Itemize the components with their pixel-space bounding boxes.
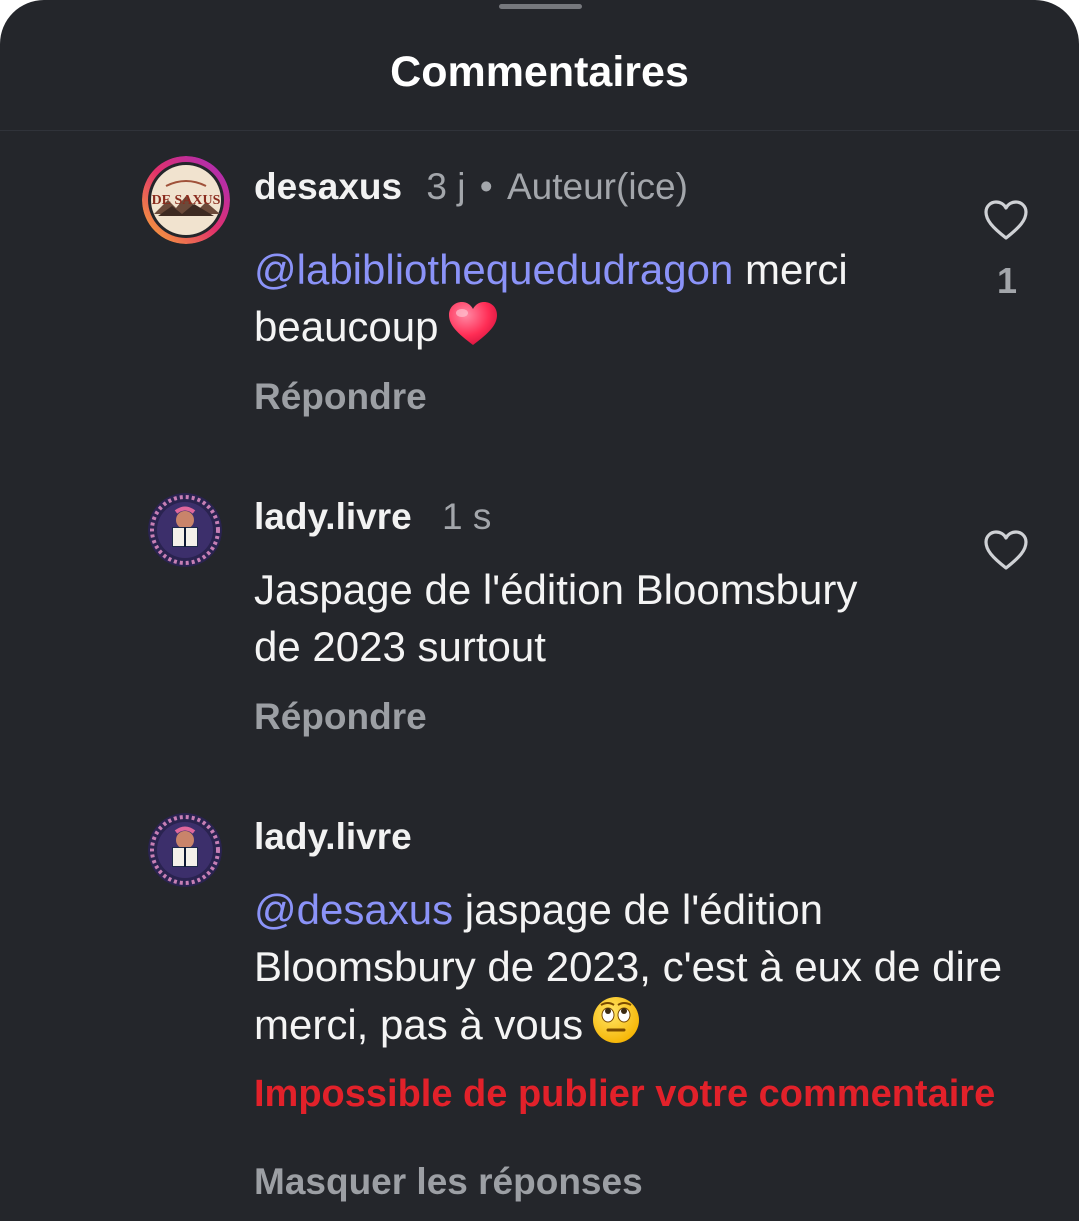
avatar[interactable]	[148, 813, 222, 887]
lady-livre-avatar-icon	[148, 493, 222, 567]
avatar-logo-text: DE SAXUS	[152, 193, 221, 208]
comment-meta: lady.livre	[254, 815, 412, 859]
desaxus-avatar-icon: DE SAXUS	[142, 156, 230, 244]
comment-meta: desaxus 3 j • Auteur(ice)	[254, 165, 688, 209]
comment-username[interactable]: lady.livre	[254, 496, 412, 537]
meta-separator: •	[479, 166, 493, 207]
header-divider	[0, 130, 1079, 131]
comment-time: 1 s	[441, 496, 492, 537]
error-message: Impossible de publier votre commentaire	[254, 1073, 996, 1115]
avatar[interactable]: DE SAXUS	[142, 156, 230, 244]
comments-sheet: Commentaires DE SAXUS desaxus 3 j • Aute…	[0, 0, 1079, 1221]
reply-button[interactable]: Répondre	[254, 375, 427, 419]
comment-text: @labibliothequedudragon merci beaucoup	[254, 241, 954, 361]
comment-username[interactable]: desaxus	[254, 166, 402, 207]
mention-link[interactable]: @desaxus	[254, 886, 453, 933]
hide-replies-button[interactable]: Masquer les réponses	[254, 1160, 643, 1204]
reply-button[interactable]: Répondre	[254, 695, 427, 739]
comment-username[interactable]: lady.livre	[254, 816, 412, 857]
avatar[interactable]	[148, 493, 222, 567]
drag-handle[interactable]	[499, 4, 582, 9]
comment-time: 3 j	[426, 166, 466, 207]
comment-meta: lady.livre 1 s	[254, 495, 491, 539]
like-count: 1	[996, 260, 1018, 301]
mention-link[interactable]: @labibliothequedudragon	[254, 246, 733, 293]
eye-roll-emoji	[591, 995, 641, 1059]
lady-livre-avatar-icon	[148, 813, 222, 887]
heart-emoji	[447, 301, 499, 361]
heart-outline-icon[interactable]	[983, 529, 1029, 571]
page-title: Commentaires	[390, 48, 689, 96]
author-badge: Auteur(ice)	[506, 166, 688, 207]
comment-text: Jaspage de l'édition Bloomsbury de 2023 …	[254, 566, 858, 670]
heart-outline-icon[interactable]	[983, 199, 1029, 241]
comment-text: @desaxus jaspage de l'édition Bloomsbury…	[254, 881, 1014, 1059]
